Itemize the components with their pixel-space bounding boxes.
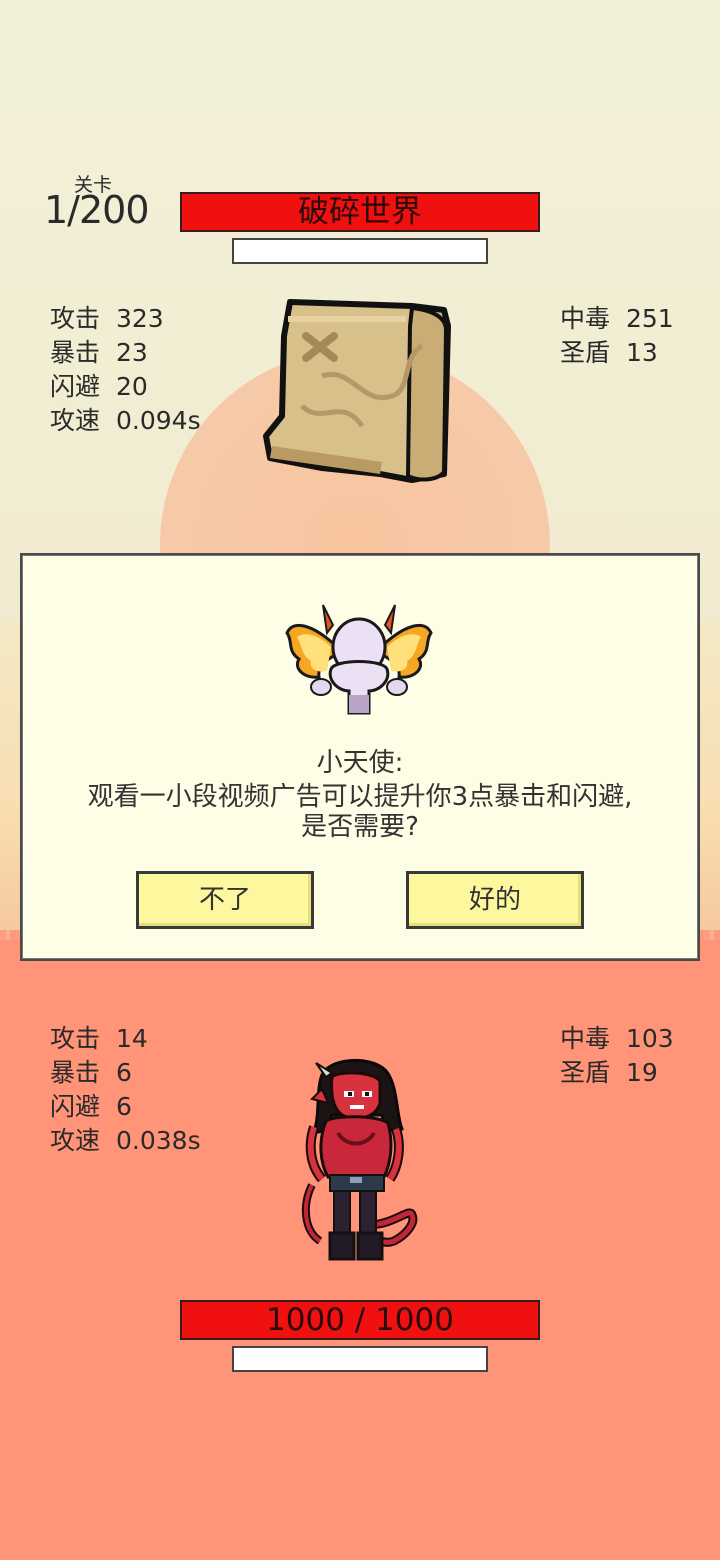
enemy-stat-crit: 暴击 23: [50, 338, 148, 367]
player-stat-dodge: 闪避 6: [50, 1092, 132, 1121]
enemy-stats-right: 中毒 251 圣盾 13: [560, 302, 674, 370]
enemy-name-bar: 破碎世界: [180, 192, 540, 232]
treasure-map-icon: [263, 299, 451, 483]
player-stat-shield: 圣盾 19: [560, 1058, 658, 1087]
dialog-speaker: 小天使:: [316, 748, 404, 778]
player-stats-left: 攻击 14 暴击 6 闪避 6 攻速 0.038s: [50, 1022, 201, 1158]
accept-button[interactable]: 好的: [406, 871, 584, 929]
player-stat-poison: 中毒 103: [560, 1024, 674, 1053]
enemy-stats-left: 攻击 323 暴击 23 闪避 20 攻速 0.094s: [50, 302, 201, 438]
decline-button[interactable]: 不了: [136, 871, 314, 929]
player-progress-bar: [232, 1346, 488, 1372]
player-stat-attack: 攻击 14: [50, 1024, 148, 1053]
player-stats-right: 中毒 103 圣盾 19: [560, 1022, 674, 1090]
enemy-stat-shield: 圣盾 13: [560, 338, 658, 367]
player-stat-speed: 攻速 0.038s: [50, 1126, 201, 1155]
enemy-stat-dodge: 闪避 20: [50, 372, 148, 401]
enemy-stat-speed: 攻速 0.094s: [50, 406, 201, 435]
enemy-stat-attack: 攻击 323: [50, 304, 164, 333]
level-counter: 1/200: [44, 188, 150, 232]
dialog-question: 是否需要?: [301, 812, 419, 842]
enemy-stat-poison: 中毒 251: [560, 304, 674, 333]
devil-girl-icon: [301, 1058, 418, 1261]
angel-icon: [285, 604, 433, 715]
player-hp-bar: 1000 / 1000: [180, 1300, 540, 1340]
enemy-progress-bar: [232, 238, 488, 264]
player-stat-crit: 暴击 6: [50, 1058, 132, 1087]
